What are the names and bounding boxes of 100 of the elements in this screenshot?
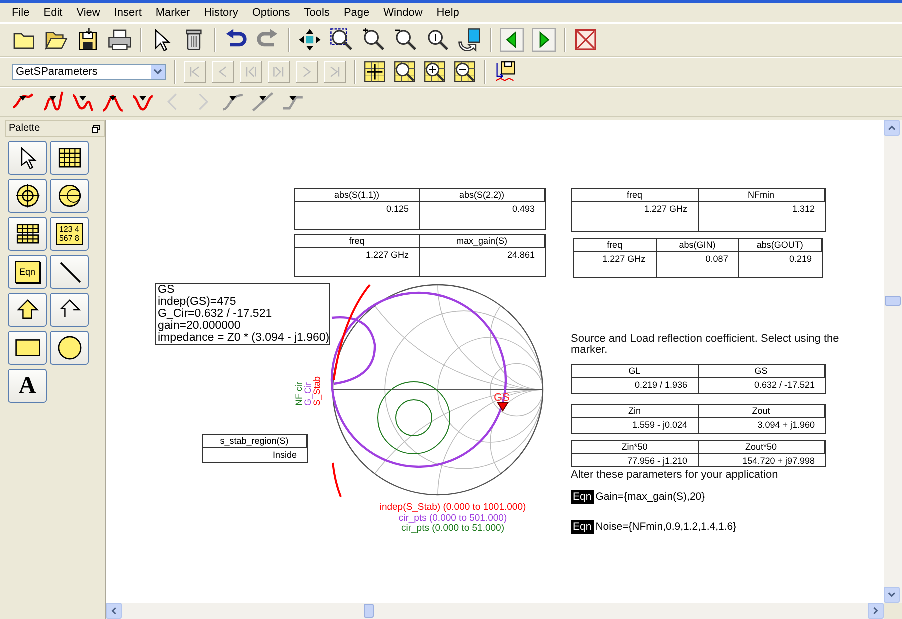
table-cell-text: Inside [272,449,298,462]
menu-item[interactable]: Page [336,4,377,20]
table-cell: 0.087 [656,252,740,277]
equation-badge: Eqn [571,520,594,534]
fit-grid-icon[interactable] [364,61,386,83]
column-header: freq [295,235,420,248]
scroll-down-button[interactable] [884,587,900,603]
table-cell: 1.559 - j0.024 [572,418,698,433]
list-tool-button[interactable]: 123 4 567 8 [50,217,89,251]
smith-tool-button[interactable] [8,179,47,213]
zoom-out-icon[interactable] [394,28,418,52]
polar-tool-button[interactable] [50,179,89,213]
scroll-thumb[interactable] [364,604,374,618]
rectangle-tool-button[interactable] [8,331,47,365]
zoom-grid-icon[interactable] [394,61,416,83]
vertical-scrollbar[interactable] [884,120,902,603]
legend-entry: cir_pts (0.000 to 51.000) [400,524,506,534]
column-header: abs(GOUT) [739,239,822,252]
readout-line: gain=20.000000 [158,320,242,332]
table-cell: 0.219 / 1.936 [572,378,698,393]
zoom-in-icon[interactable] [362,28,386,52]
column-header: s_stab_region(S) [203,435,307,448]
menu-item[interactable]: File [5,4,37,20]
equation-badge: Eqn [571,490,594,504]
scroll-left-button[interactable] [106,603,122,619]
trace-label: NF cir [294,382,304,406]
equation-text: Noise={NFmin,0.9,1.2,1.4,1.6} [596,521,737,533]
table-cell-text: 3.094 + j1.960 [756,419,816,432]
readout-line: G_Cir=0.632 / -17.521 [158,308,274,320]
note-text: Source and Load reflection coefficient. Select using the marker. [571,334,840,356]
column-header: abs(S(1,1)) [295,189,420,202]
marker-curve-icon[interactable] [42,91,64,113]
select-tool-button[interactable] [8,141,47,175]
scroll-up-button[interactable] [884,120,900,136]
macro-dropdown[interactable]: GetSParameters [12,64,166,80]
column-header: abs(S(2,2)) [420,189,545,202]
column-header: max_gain(S) [420,235,545,248]
table-cell-text: 0.219 [788,253,813,266]
table-cell: 1.227 GHz [572,202,698,231]
table-cell: 77.956 - j1.210 [572,454,698,466]
menu-item[interactable]: Edit [36,4,70,20]
arrow-tool-button[interactable] [8,293,47,327]
grid-tool-button[interactable] [8,217,47,251]
menu-item[interactable]: Marker [148,4,198,20]
table-cell-text: 0.632 / -17.521 [753,379,816,392]
zoom-in-grid-icon[interactable] [424,61,446,83]
scroll-thumb[interactable] [885,296,901,306]
column-header: GL [572,365,698,378]
arrow-tool-button[interactable] [50,293,89,327]
target-icon [14,183,40,209]
zoom-box-icon[interactable] [330,28,354,52]
copy-icon[interactable] [458,28,482,52]
menu-item[interactable]: Help [430,4,466,20]
menu-item[interactable]: History [197,4,246,20]
text-tool-button[interactable]: A [8,369,47,403]
printer-icon[interactable] [108,28,132,52]
readout-line: GS [158,284,176,296]
zoom-out-grid-icon[interactable] [454,61,476,83]
equation-text: Gain={max_gain(S),20} [596,491,706,503]
move-icon[interactable] [298,28,322,52]
smith-chart-icon [56,183,82,209]
table-cell: 1.227 GHz [295,248,420,276]
readout-line: impedance = Z0 * (3.094 - j1.960) [158,332,327,344]
table-cell-text: 0.493 [511,203,536,216]
ellipse-tool-button[interactable] [50,331,89,365]
export-data-icon[interactable] [494,61,516,83]
save-icon[interactable] [76,28,100,52]
column-header: GS [698,365,825,378]
menu-item[interactable]: Tools [297,4,337,20]
table-cell: 1.227 GHz [574,252,657,277]
menu-item[interactable]: Options [245,4,298,20]
trace-label: G_Cir [303,382,313,406]
marker-curve-icon[interactable] [252,91,274,113]
menu-item[interactable]: Insert [107,4,149,20]
zoom-reset-icon[interactable] [426,28,450,52]
column-header: abs(GIN) [656,239,740,252]
close-icon[interactable] [574,28,598,52]
table-cell-text: 154.720 + j97.998 [742,455,816,466]
readout-line: indep(GS)=475 [158,296,238,308]
menu-item[interactable]: View [70,4,108,20]
column-header: Zout*50 [698,441,825,454]
scroll-right-button[interactable] [868,603,884,619]
table-cell-text: 1.312 [791,203,816,216]
marker-triangle-icon[interactable] [497,402,509,412]
forward-button[interactable] [532,28,556,52]
equation-tool-button[interactable]: Eqn [8,255,47,289]
table-tool-button[interactable] [50,141,89,175]
column-header: NFmin [698,189,825,202]
menu-item[interactable]: Window [376,4,430,20]
column-header: freq [572,189,698,202]
palette-title: Palette [9,123,40,134]
column-header: Zout [698,405,825,418]
polygon-icon [16,298,40,322]
back-button[interactable] [500,28,524,52]
legend-entry: cir_pts (0.000 to 501.000) [398,514,508,524]
table-cell: 0.125 [295,202,420,229]
restore-window-icon[interactable] [91,124,101,134]
horizontal-scrollbar[interactable] [106,603,884,619]
column-header: Zin*50 [572,441,698,454]
line-tool-button[interactable] [50,255,89,289]
